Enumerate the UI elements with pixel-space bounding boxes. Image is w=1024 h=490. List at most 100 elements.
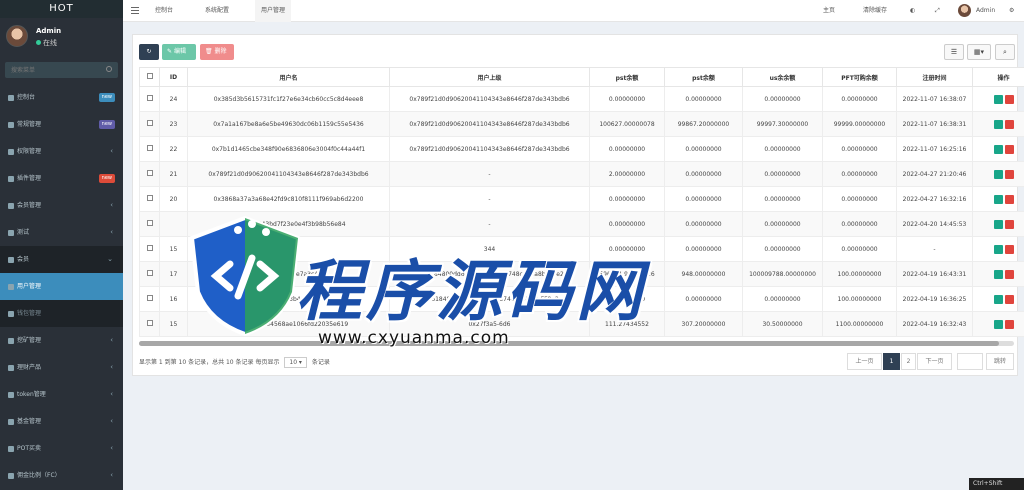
table-row[interactable]: 15 344 0.00000000 0.00000000 0.00000000 0.000…: [139, 236, 1024, 262]
delete-button[interactable]: 🗑 删除: [200, 44, 234, 60]
table-row[interactable]: 24 0x385d3b5615731fc1f27e6e34cb60cc5c8d4e…: [139, 86, 1024, 112]
clear-cache-button[interactable]: 清除缓存: [863, 0, 887, 22]
row-delete-icon[interactable]: [1004, 119, 1014, 129]
row-select-cell[interactable]: [139, 161, 160, 187]
row-delete-icon[interactable]: [1004, 319, 1014, 329]
sidebar-item[interactable]: 钱包管理: [0, 300, 123, 327]
row-delete-icon[interactable]: [1004, 244, 1014, 254]
tab-dashboard[interactable]: 控制台: [149, 0, 179, 22]
table-row[interactable]: 0x5a4b8243bd7f23e0e4f3b98b56e84-0.000000…: [139, 211, 1024, 237]
table-row[interactable]: 21 0x789f21d0d90620041104343e8646f287de34…: [139, 161, 1024, 187]
goto-page-button[interactable]: 跳转: [986, 353, 1014, 370]
row-edit-icon[interactable]: [993, 94, 1003, 104]
sidebar-item[interactable]: 测试 ‹: [0, 219, 123, 246]
tab-system-config[interactable]: 系统配置: [199, 0, 235, 22]
sidebar-item[interactable]: 挖矿管理 ‹: [0, 327, 123, 354]
row-delete-icon[interactable]: [1004, 219, 1014, 229]
row-checkbox[interactable]: [146, 320, 153, 326]
search-toggle-button[interactable]: ⌕: [995, 44, 1015, 60]
sidebar-item[interactable]: 佣金比例（FC） ‹: [0, 462, 123, 489]
select-all-cell[interactable]: [139, 67, 160, 87]
row-edit-icon[interactable]: [993, 194, 1003, 204]
search-input[interactable]: [5, 62, 118, 78]
sidebar-item[interactable]: token管理 ‹: [0, 381, 123, 408]
table-row[interactable]: 23 0x7a1a167be8a6e5be49630dc06b1159c55e54…: [139, 111, 1024, 137]
columns-button[interactable]: ▦▾: [967, 44, 991, 60]
sidebar-item[interactable]: 会员 ⌄: [0, 246, 123, 273]
table-row[interactable]: 20 0x3868a37a3a68e42fd9c810f8111f969ab6d2…: [139, 186, 1024, 212]
page-size-select[interactable]: 10 ▾: [284, 357, 307, 368]
header-avatar[interactable]: [958, 4, 971, 17]
row-select-cell[interactable]: [139, 186, 160, 212]
sidebar-item[interactable]: 用户管理: [0, 273, 123, 300]
row-select-cell[interactable]: [139, 311, 160, 337]
goto-page-input[interactable]: [957, 353, 983, 370]
brand-logo[interactable]: HOT: [0, 0, 123, 18]
row-edit-icon[interactable]: [993, 269, 1003, 279]
row-select-cell[interactable]: [139, 261, 160, 287]
sidebar-item[interactable]: 权限管理 ‹: [0, 138, 123, 165]
row-edit-icon[interactable]: [993, 119, 1003, 129]
table-row[interactable]: 17 0x3a8ce97f8e7a3c4f 0x26184800dd60941f24…: [139, 261, 1024, 287]
refresh-button[interactable]: ↻: [139, 44, 159, 60]
row-checkbox[interactable]: [146, 245, 153, 251]
row-select-cell[interactable]: [139, 86, 160, 112]
row-checkbox[interactable]: [146, 220, 153, 226]
row-edit-icon[interactable]: [993, 294, 1003, 304]
table-row[interactable]: 22 0x7b1d1465cbe348f90e6836806e3004f0c44a…: [139, 136, 1024, 162]
col-header[interactable]: 用户上级: [389, 67, 590, 87]
row-checkbox[interactable]: [146, 120, 153, 126]
page-button-2[interactable]: 2: [901, 353, 916, 370]
row-delete-icon[interactable]: [1004, 194, 1014, 204]
prev-page-button[interactable]: 上一页: [847, 353, 882, 370]
row-delete-icon[interactable]: [1004, 269, 1014, 279]
table-row[interactable]: 16 0x72a35d3b4831f9 0x26184800dd6094ac0d63…: [139, 286, 1024, 312]
search-icon[interactable]: [106, 66, 112, 72]
row-select-cell[interactable]: [139, 286, 160, 312]
settings-gear-icon[interactable]: ⚙: [1009, 0, 1014, 22]
row-delete-icon[interactable]: [1004, 169, 1014, 179]
row-edit-icon[interactable]: [993, 219, 1003, 229]
col-header[interactable]: 注册时间: [896, 67, 973, 87]
table-row[interactable]: 15 0xab8e1942e4568ae1066fd22035e619 0x27f3…: [139, 311, 1024, 337]
row-checkbox[interactable]: [146, 295, 153, 301]
row-delete-icon[interactable]: [1004, 294, 1014, 304]
row-select-cell[interactable]: [139, 136, 160, 162]
sidebar-item[interactable]: 插件管理 new: [0, 165, 123, 192]
select-all-checkbox[interactable]: [146, 73, 153, 79]
admin-menu[interactable]: Admin: [976, 0, 995, 22]
row-checkbox[interactable]: [146, 195, 153, 201]
row-edit-icon[interactable]: [993, 319, 1003, 329]
sidebar-item[interactable]: POT买卖 ‹: [0, 435, 123, 462]
row-select-cell[interactable]: [139, 236, 160, 262]
col-header[interactable]: pst余额: [664, 67, 743, 87]
home-link[interactable]: 主页: [823, 0, 835, 22]
row-select-cell[interactable]: [139, 111, 160, 137]
theme-icon[interactable]: ◐: [910, 0, 915, 22]
sidebar-item[interactable]: 理财产品 ‹: [0, 354, 123, 381]
edit-button[interactable]: ✎ 编辑: [162, 44, 196, 60]
row-checkbox[interactable]: [146, 145, 153, 151]
row-select-cell[interactable]: [139, 211, 160, 237]
row-checkbox[interactable]: [146, 95, 153, 101]
menu-toggle-icon[interactable]: [131, 7, 139, 14]
toggle-view-button[interactable]: ☰: [944, 44, 964, 60]
row-checkbox[interactable]: [146, 270, 153, 276]
page-button-1[interactable]: 1: [883, 353, 900, 370]
row-delete-icon[interactable]: [1004, 144, 1014, 154]
row-edit-icon[interactable]: [993, 169, 1003, 179]
sidebar-item[interactable]: 会员管理 ‹: [0, 192, 123, 219]
sidebar-item[interactable]: 基金管理 ‹: [0, 408, 123, 435]
horizontal-scrollbar[interactable]: [139, 341, 1014, 346]
sidebar-item[interactable]: 控制台 new: [0, 84, 123, 111]
col-header[interactable]: PFT可购余额: [822, 67, 897, 87]
col-header[interactable]: ID: [159, 67, 188, 87]
fullscreen-icon[interactable]: ⤢: [935, 0, 940, 22]
col-header[interactable]: 用户名: [187, 67, 390, 87]
sidebar-item[interactable]: 常规管理 new: [0, 111, 123, 138]
tab-user-management[interactable]: 用户管理: [255, 0, 292, 22]
col-header[interactable]: pst余额: [589, 67, 665, 87]
row-checkbox[interactable]: [146, 170, 153, 176]
scrollbar-thumb[interactable]: [139, 341, 999, 346]
col-header[interactable]: us余余额: [742, 67, 823, 87]
